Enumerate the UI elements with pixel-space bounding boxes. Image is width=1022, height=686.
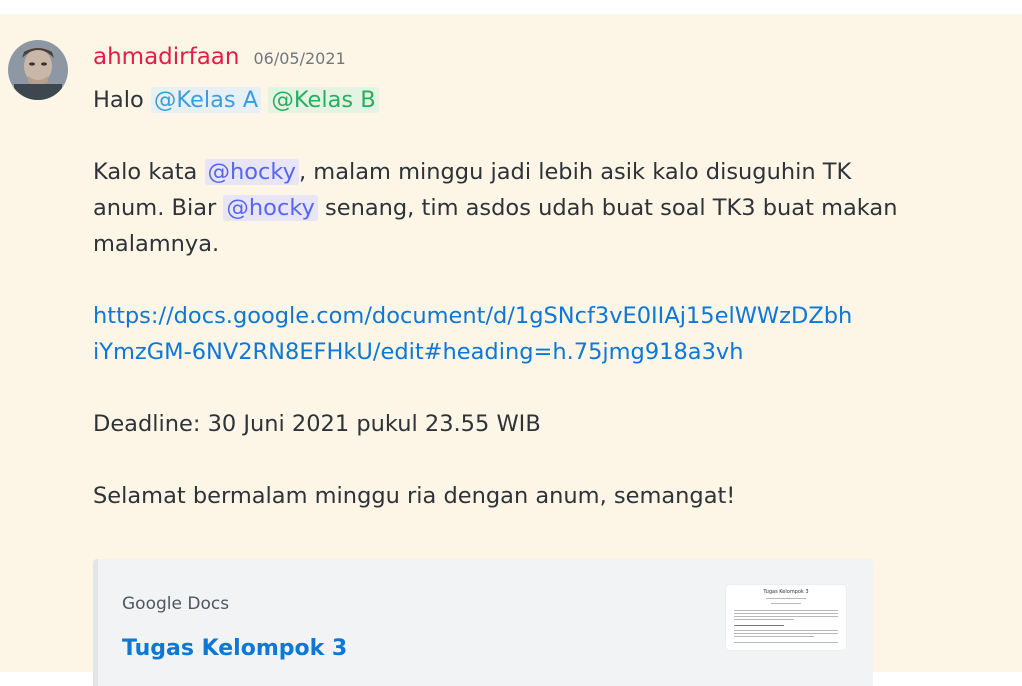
avatar-image <box>8 40 68 100</box>
embed-thumbnail[interactable]: Tugas Kelompok 3 <box>726 585 846 650</box>
text-segment: , malam minggu jadi lebih asik kalo disu… <box>298 159 852 185</box>
paragraph-line-3: malamnya. <box>93 231 220 257</box>
paragraph-line-1: Kalo kata @hocky, malam minggu jadi lebi… <box>93 154 993 190</box>
user-avatar[interactable] <box>8 40 68 100</box>
embed-provider[interactable]: Google Docs <box>122 594 229 614</box>
role-mention-kelas-a[interactable]: @Kelas A <box>150 87 262 113</box>
user-mention-hocky[interactable]: @hocky <box>204 159 299 185</box>
message-container: ahmadirfaan 06/05/2021 Halo @Kelas A @Ke… <box>0 14 1022 686</box>
message-header: ahmadirfaan 06/05/2021 <box>93 44 346 70</box>
paragraph-line-2: anum. Biar @hocky senang, tim asdos udah… <box>93 190 993 226</box>
text-segment: anum. Biar <box>93 195 217 221</box>
doc-link-part-2[interactable]: iYmzGM-6NV2RN8EFHkU/edit#heading=h.75jmg… <box>93 339 743 365</box>
role-mention-kelas-b[interactable]: @Kelas B <box>268 87 379 113</box>
user-mention-hocky[interactable]: @hocky <box>223 195 318 221</box>
greeting-text: Halo <box>93 87 144 113</box>
doc-link-continued[interactable]: iYmzGM-6NV2RN8EFHkU/edit#heading=h.75jmg… <box>93 334 993 370</box>
deadline-text: Deadline: 30 Juni 2021 pukul 23.55 WIB <box>93 411 541 437</box>
timestamp[interactable]: 06/05/2021 <box>253 49 345 68</box>
thumbnail-title: Tugas Kelompok 3 <box>763 589 809 595</box>
message-content: Halo @Kelas A @Kelas B Kalo kata @hocky,… <box>93 82 993 514</box>
link-embed: Google Docs Tugas Kelompok 3 Tugas Kelom… <box>93 559 873 686</box>
doc-link[interactable]: https://docs.google.com/document/d/1gSNc… <box>93 298 993 334</box>
username[interactable]: ahmadirfaan <box>93 44 239 70</box>
closing-text: Selamat bermalam minggu ria dengan anum,… <box>93 483 736 509</box>
embed-title-link[interactable]: Tugas Kelompok 3 <box>122 636 347 661</box>
doc-link-part-1[interactable]: https://docs.google.com/document/d/1gSNc… <box>93 303 852 329</box>
text-segment: senang, tim asdos udah buat soal TK3 bua… <box>325 195 898 221</box>
greeting-line: Halo @Kelas A @Kelas B <box>93 82 993 118</box>
text-segment: Kalo kata <box>93 159 198 185</box>
